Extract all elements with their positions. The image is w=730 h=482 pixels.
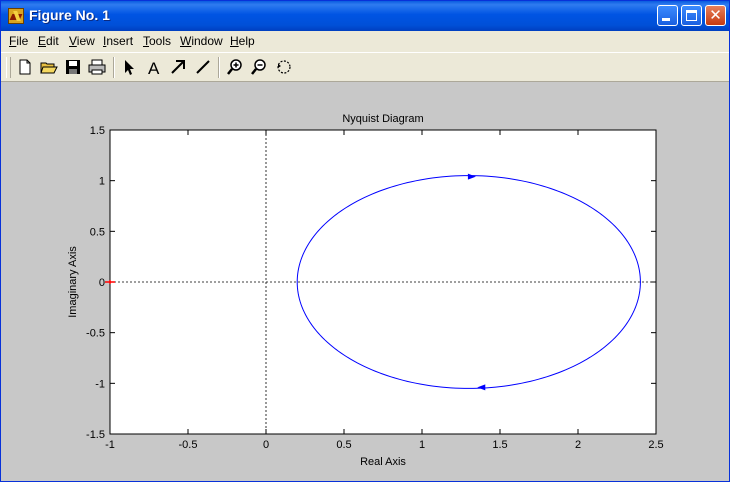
figure-canvas[interactable]: -1 -0.5 0 0.5 1 1.5 2 2.5 -1.5 -1 -0.5 0 0.5 1 1.5 Nyqu… (1, 82, 729, 481)
figure-toolbar: A (1, 52, 729, 82)
menu-view[interactable]: View (69, 34, 95, 48)
y-tick-label: -1 (95, 378, 105, 390)
matlab-figure-window: Figure No. 1 ✕ File Edit View Insert Too… (0, 0, 730, 482)
y-tick-label: 1 (99, 176, 105, 188)
y-tick-label: 1.5 (90, 125, 105, 137)
minimize-button[interactable] (657, 5, 678, 26)
x-tick-label: 1.5 (492, 439, 507, 451)
x-axis-label: Real Axis (360, 456, 406, 468)
zoom-in-button[interactable] (225, 57, 245, 77)
zoom-out-button[interactable] (249, 57, 269, 77)
y-tick-label: 0.5 (90, 226, 105, 238)
open-folder-icon (40, 62, 58, 74)
insert-line-icon (196, 60, 210, 74)
menu-file[interactable]: File (9, 34, 28, 48)
x-tick-label: 0.5 (336, 439, 351, 451)
x-tick-label: 0 (263, 439, 269, 451)
nyquist-axes[interactable]: -1 -0.5 0 0.5 1 1.5 2 2.5-1.5-1-0.500.511.5Nyqu… (1, 82, 729, 481)
new-figure-button[interactable] (15, 57, 35, 77)
insert-line-button[interactable] (193, 57, 213, 77)
rotate-icon (277, 60, 291, 74)
x-tick-label: -0.5 (179, 439, 198, 451)
toolbar-separator (113, 57, 115, 78)
minimize-icon (662, 18, 670, 21)
select-arrow-icon (125, 60, 134, 75)
y-axis-label: Imaginary Axis (67, 246, 79, 318)
save-icon (66, 60, 80, 74)
menu-window[interactable]: Window (180, 34, 223, 48)
window-title: Figure No. 1 (29, 7, 110, 23)
chart-title: Nyquist Diagram (342, 113, 423, 125)
new-file-icon (19, 59, 31, 75)
print-icon (88, 59, 106, 75)
print-button[interactable] (87, 57, 107, 77)
y-tick-label: 0 (99, 277, 105, 289)
title-bar[interactable]: Figure No. 1 ✕ (1, 1, 729, 31)
insert-arrow-icon (171, 60, 185, 74)
x-tick-label: 1 (419, 439, 425, 451)
edit-plot-button[interactable] (119, 57, 139, 77)
menu-bar: File Edit View Insert Tools Window Help (1, 31, 729, 51)
zoom-out-icon (251, 59, 266, 75)
rotate-3d-button[interactable] (274, 57, 294, 77)
close-icon: ✕ (709, 6, 722, 24)
toolbar-grip[interactable] (6, 57, 11, 78)
menu-edit[interactable]: Edit (38, 34, 59, 48)
menu-tools[interactable]: Tools (143, 34, 171, 48)
toolbar-separator (218, 57, 220, 78)
matlab-logo-icon (8, 8, 24, 24)
y-tick-label: -1.5 (86, 429, 105, 441)
insert-text-icon: A (148, 59, 160, 77)
y-tick-label: -0.5 (86, 328, 105, 340)
insert-text-button[interactable]: A (144, 57, 164, 77)
menu-insert[interactable]: Insert (103, 34, 133, 48)
x-tick-label: 2.5 (648, 439, 663, 451)
zoom-in-icon (227, 59, 242, 75)
maximize-icon (686, 10, 697, 21)
maximize-button[interactable] (681, 5, 702, 26)
open-file-button[interactable] (39, 57, 59, 77)
save-button[interactable] (63, 57, 83, 77)
insert-arrow-button[interactable] (168, 57, 188, 77)
close-button[interactable]: ✕ (705, 5, 726, 26)
svg-text:A: A (148, 59, 160, 77)
menu-help[interactable]: Help (230, 34, 255, 48)
x-tick-label: 2 (575, 439, 581, 451)
x-tick-label: -1 (105, 439, 115, 451)
